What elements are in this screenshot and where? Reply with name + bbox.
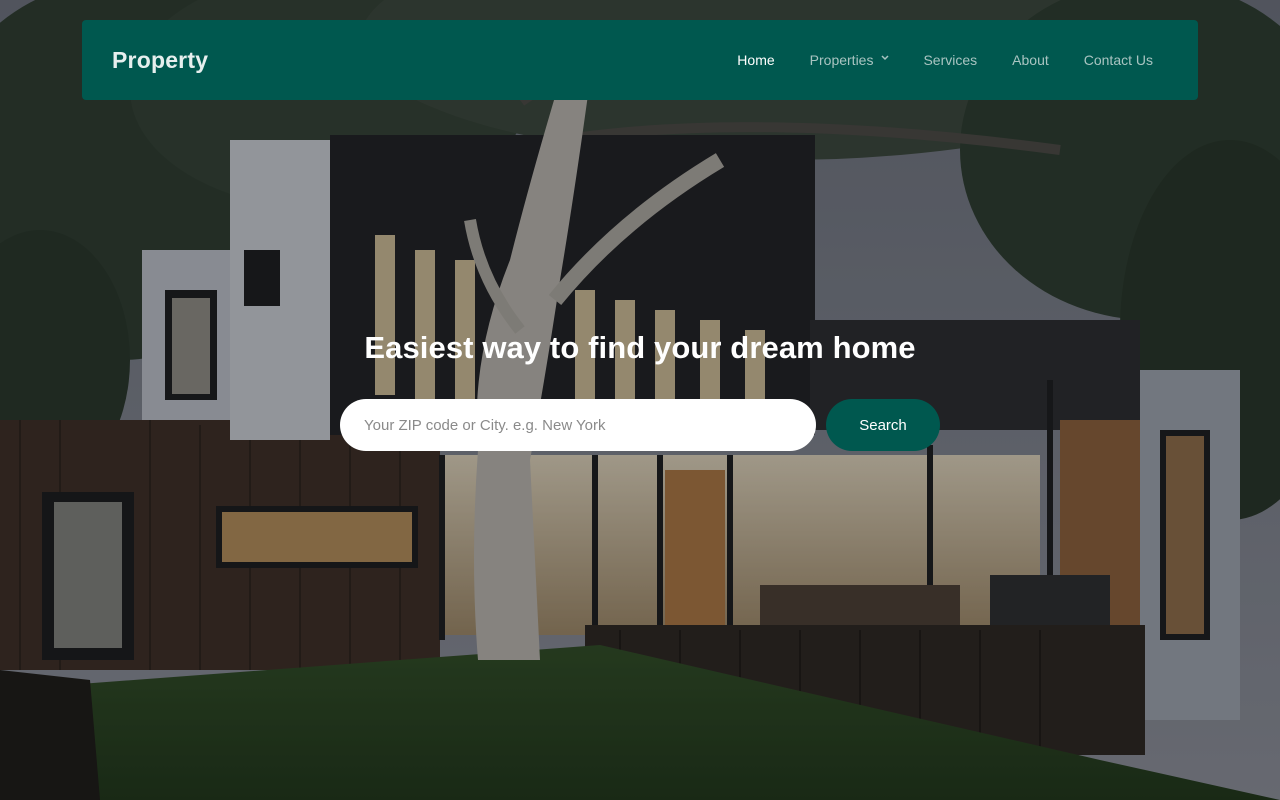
nav-link-services[interactable]: Services — [923, 52, 977, 68]
brand-logo[interactable]: Property — [112, 47, 208, 74]
chevron-down-icon — [881, 54, 889, 62]
hero-headline: Easiest way to find your dream home — [364, 330, 916, 365]
nav-item-home: Home — [737, 52, 774, 68]
nav-link-properties[interactable]: Properties — [810, 52, 889, 68]
search-button[interactable]: Search — [826, 399, 940, 451]
nav-link-home[interactable]: Home — [737, 52, 774, 68]
nav-item-about: About — [1012, 52, 1049, 68]
nav-item-services: Services — [923, 52, 977, 68]
nav-link-contact-us[interactable]: Contact Us — [1084, 52, 1153, 68]
nav-item-contact: Contact Us — [1084, 52, 1153, 68]
nav-link-properties-label: Properties — [809, 52, 874, 68]
nav-link-about[interactable]: About — [1012, 52, 1049, 68]
search-input[interactable] — [340, 399, 816, 451]
nav-item-properties: Properties — [810, 52, 889, 68]
main-nav: Home Properties Services About Contact U… — [702, 52, 1153, 68]
search-form: Search — [340, 399, 940, 451]
site-navbar: Property Home Properties Services About … — [82, 20, 1198, 100]
